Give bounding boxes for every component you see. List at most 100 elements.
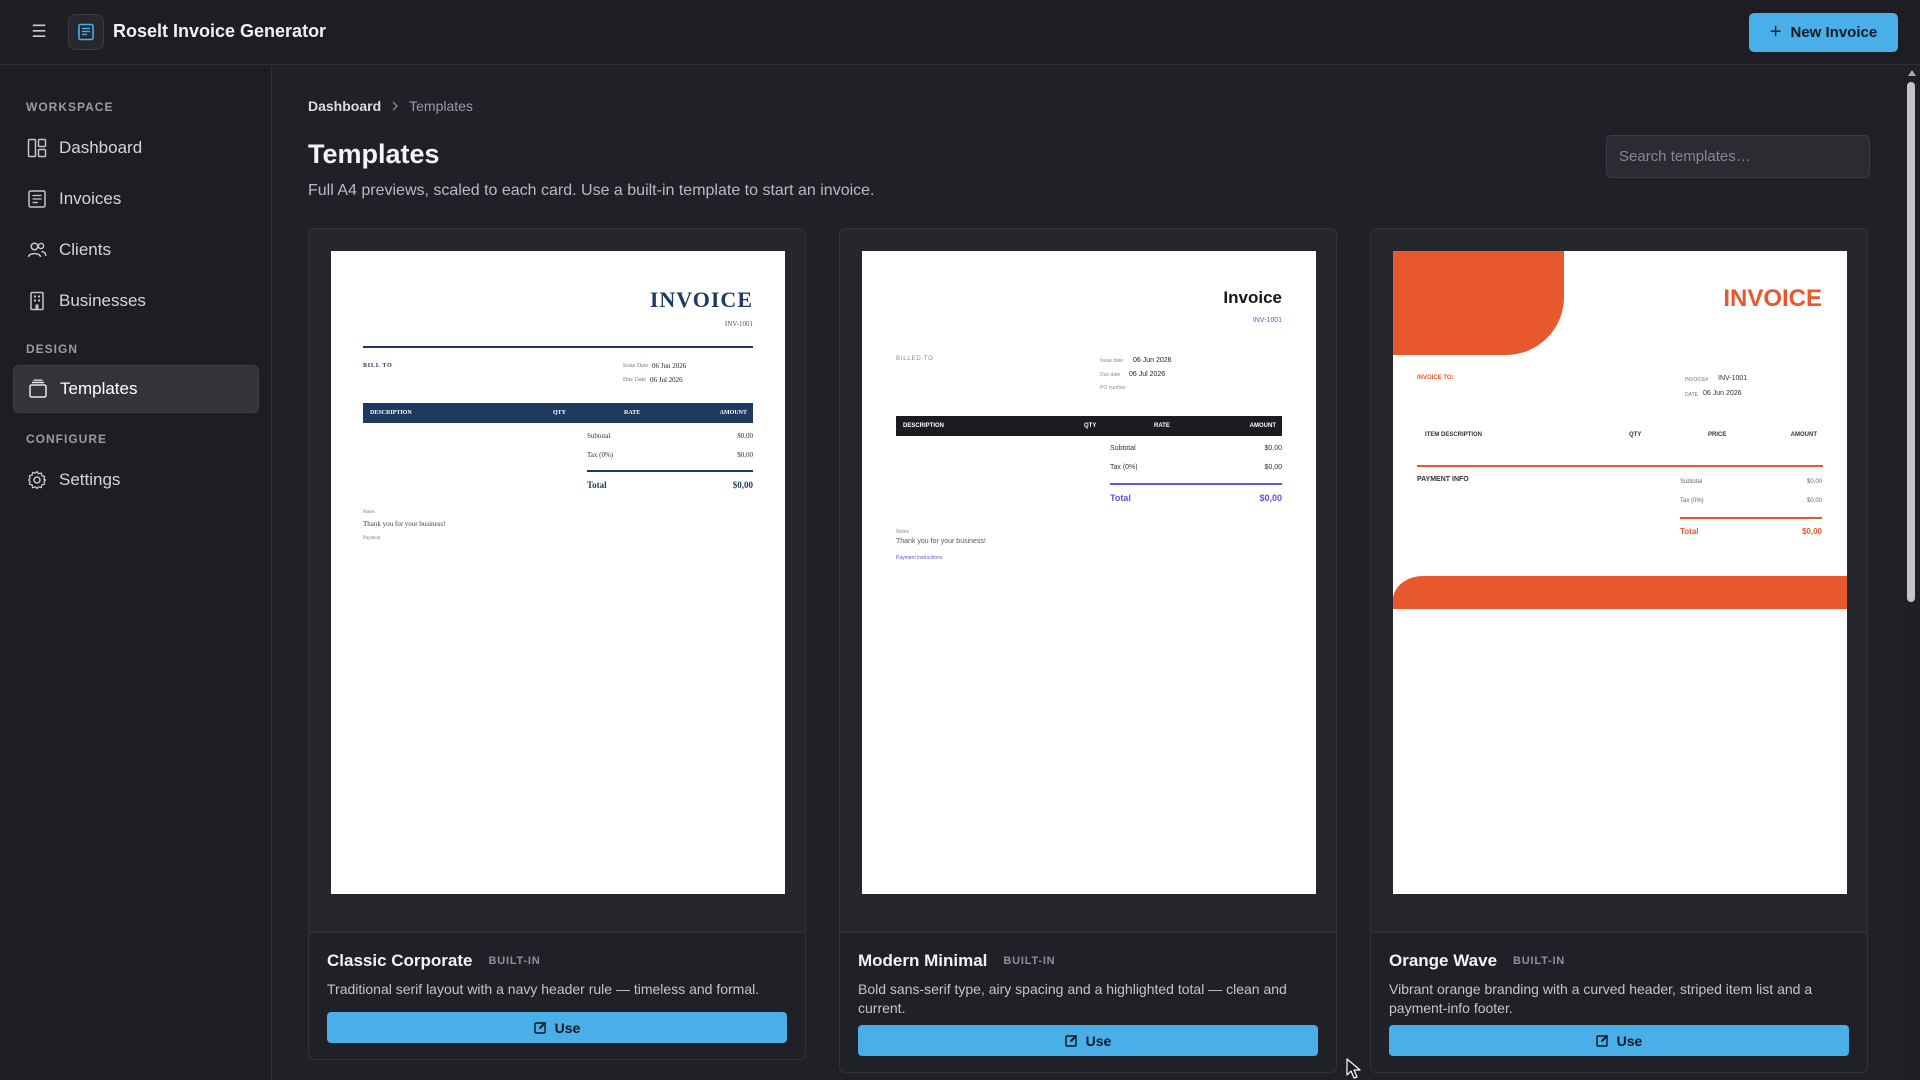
- col-description: DESCRIPTION: [370, 410, 412, 416]
- preview-issue-value: 06 Jun 2026: [652, 362, 687, 370]
- use-template-button[interactable]: Use: [327, 1012, 787, 1043]
- payment-label: Payment: [363, 536, 381, 541]
- notes-text: Thank you for your business!: [896, 538, 986, 545]
- mouse-cursor-icon: [1346, 1058, 1361, 1079]
- total-label: Total: [1110, 493, 1131, 503]
- sidebar-item-label: Clients: [59, 240, 111, 259]
- users-icon: [26, 239, 48, 261]
- page-title: Templates: [308, 139, 440, 169]
- sidebar-item-label: Businesses: [59, 291, 146, 310]
- breadcrumb: Dashboard Templates: [308, 98, 473, 114]
- template-name: Orange Wave: [1389, 951, 1498, 970]
- invoice-logo-icon: [78, 23, 94, 41]
- preview-bill-to: BILLED TO: [896, 356, 934, 362]
- sidebar-item-invoices[interactable]: Invoices: [13, 175, 259, 223]
- tax-label: Tax (0%): [587, 451, 614, 459]
- top-bar: ☰ Roselt Invoice Generator + New Invoice: [0, 0, 1920, 65]
- template-name-row: Modern Minimal BUILT-IN: [858, 951, 1318, 971]
- sidebar-item-label: Dashboard: [59, 138, 143, 157]
- invoice-paper-preview: INVOICE INV-1001 BILL TO Issue Date 06 J…: [331, 251, 785, 894]
- notes-label: Notes: [363, 510, 375, 515]
- preview-issue-label: Issue date: [1100, 358, 1124, 364]
- tax-value: $0,00: [1806, 498, 1822, 504]
- page-subtitle: Full A4 previews, scaled to each card. U…: [308, 182, 875, 199]
- col-description: ITEM DESCRIPTION: [1425, 432, 1483, 438]
- edit-icon: [533, 1021, 546, 1034]
- breadcrumb-dashboard-link[interactable]: Dashboard: [308, 98, 381, 114]
- chevron-right-icon: [391, 98, 399, 114]
- total-rule: [1680, 517, 1822, 519]
- col-amount: AMOUNT: [1790, 432, 1817, 438]
- subtotal-label: Subtotal: [1680, 479, 1703, 485]
- col-qty: QTY: [1629, 432, 1642, 438]
- sidebar-item-businesses[interactable]: Businesses: [13, 277, 259, 325]
- col-price: PRICE: [1708, 432, 1727, 438]
- template-card-footer: Orange Wave BUILT-IN Vibrant orange bran…: [1371, 933, 1867, 1072]
- subtotal-value: $0,00: [737, 432, 753, 440]
- dashboard-icon: [26, 137, 48, 159]
- col-amount: AMOUNT: [719, 410, 747, 416]
- search-input[interactable]: [1606, 135, 1870, 178]
- col-rate: RATE: [624, 410, 641, 416]
- templates-icon: [27, 378, 49, 400]
- preview-invoice-to: INVOICE TO:: [1417, 375, 1454, 381]
- sidebar-item-clients[interactable]: Clients: [13, 226, 259, 274]
- payment-label: Payment instructions: [896, 555, 943, 561]
- gear-icon: [26, 469, 48, 491]
- scroll-up-arrow-icon[interactable]: [1908, 70, 1916, 76]
- sidebar-item-dashboard[interactable]: Dashboard: [13, 124, 259, 172]
- new-invoice-button[interactable]: + New Invoice: [1749, 13, 1898, 52]
- use-template-button[interactable]: Use: [858, 1025, 1318, 1056]
- total-value: $0,00: [1259, 493, 1282, 503]
- col-amount: AMOUNT: [1249, 423, 1276, 429]
- col-qty: QTY: [553, 410, 567, 416]
- curved-header-shape: [1393, 251, 1564, 355]
- total-value: $0,00: [1801, 527, 1822, 536]
- preview-invoice-number: INV-1001: [1252, 317, 1282, 324]
- preview-heading: Invoice: [1223, 288, 1282, 307]
- col-description: DESCRIPTION: [903, 423, 945, 429]
- sidebar-item-label: Settings: [59, 470, 121, 489]
- edit-icon: [1064, 1034, 1077, 1047]
- tax-label: Tax (0%): [1110, 464, 1138, 471]
- scrollbar-thumb[interactable]: [1907, 82, 1915, 602]
- template-name-row: Orange Wave BUILT-IN: [1389, 951, 1849, 971]
- sidebar-item-templates[interactable]: Templates: [13, 365, 259, 413]
- sidebar-section-configure: CONFIGURE: [26, 432, 107, 446]
- total-rule: [587, 470, 753, 472]
- sidebar-item-settings[interactable]: Settings: [13, 456, 259, 504]
- app-title: Roselt Invoice Generator: [113, 21, 327, 41]
- template-preview[interactable]: INVOICE INVOICE TO: INVOICE# INV-1001 DA…: [1371, 229, 1867, 933]
- use-template-button[interactable]: Use: [1389, 1025, 1849, 1056]
- preview-bill-to: BILL TO: [363, 363, 393, 369]
- invoice-paper-preview: Invoice INV-1001 BILLED TO Issue date 06…: [862, 251, 1316, 894]
- vertical-scrollbar[interactable]: [1904, 66, 1920, 1080]
- preview-date-label: DATE: [1685, 392, 1698, 398]
- sidebar-item-label: Templates: [60, 379, 138, 398]
- tax-value: $0,00: [1264, 464, 1282, 471]
- menu-icon[interactable]: ☰: [28, 20, 50, 44]
- template-description: Vibrant orange branding with a curved he…: [1389, 981, 1813, 1016]
- invoice-paper-preview: INVOICE INVOICE TO: INVOICE# INV-1001 DA…: [1393, 251, 1847, 894]
- template-preview[interactable]: INVOICE INV-1001 BILL TO Issue Date 06 J…: [309, 229, 805, 933]
- preview-number-label: INVOICE#: [1685, 377, 1709, 383]
- sidebar-section-design: DESIGN: [26, 342, 79, 356]
- new-invoice-label: New Invoice: [1790, 24, 1878, 41]
- use-button-label: Use: [1616, 1032, 1643, 1049]
- notes-label: Notes: [896, 529, 910, 535]
- subtotal-value: $0,00: [1806, 479, 1822, 485]
- preview-issue-label: Issue Date: [623, 363, 649, 369]
- building-icon: [26, 290, 48, 312]
- template-card-footer: Classic Corporate BUILT-IN Traditional s…: [309, 933, 805, 1059]
- template-description: Bold sans-serif type, airy spacing and a…: [858, 981, 1287, 1016]
- template-card-modern-minimal: Invoice INV-1001 BILLED TO Issue date 06…: [839, 228, 1337, 1073]
- preview-heading: INVOICE: [649, 287, 753, 312]
- total-label: Total: [1680, 527, 1699, 536]
- template-description: Traditional serif layout with a navy hea…: [327, 981, 760, 997]
- total-value: $0,00: [732, 480, 753, 490]
- app-logo: [68, 14, 104, 50]
- template-preview[interactable]: Invoice INV-1001 BILLED TO Issue date 06…: [840, 229, 1336, 933]
- header-rule: [363, 346, 753, 348]
- total-label: Total: [587, 480, 607, 490]
- sidebar-item-label: Invoices: [59, 189, 122, 208]
